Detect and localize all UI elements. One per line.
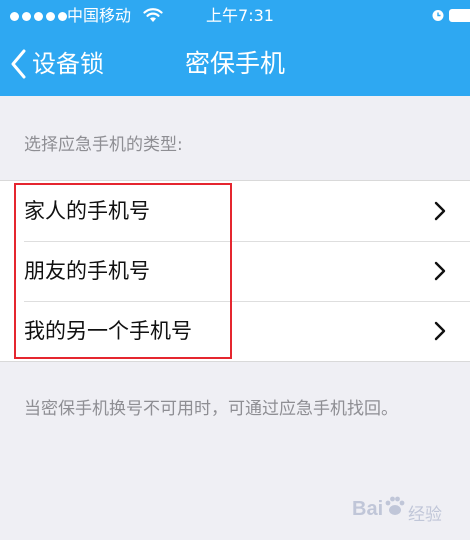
back-button[interactable]: 设备锁 xyxy=(10,44,104,84)
alarm-clock-icon xyxy=(432,10,444,21)
back-label: 设备锁 xyxy=(32,50,104,78)
chevron-left-icon xyxy=(11,49,26,79)
chevron-right-icon xyxy=(434,321,446,341)
watermark-subtext: 经验 xyxy=(408,505,442,525)
list-item-label: 我的另一个手机号 xyxy=(24,319,192,343)
signal-dots-icon xyxy=(10,12,67,21)
carrier-name: 中国移动 xyxy=(67,6,132,25)
baidu-watermark: Bai 经验 xyxy=(352,494,462,530)
list-item-friend-phone[interactable]: 朋友的手机号 xyxy=(0,241,470,301)
watermark-text: Bai xyxy=(352,498,384,520)
section-header: 选择应急手机的类型: xyxy=(24,135,183,155)
emergency-phone-type-list: 家人的手机号 朋友的手机号 我的另一个手机号 xyxy=(0,180,470,362)
top-bar: 中国移动 上午7:31 设备锁 密保手机 xyxy=(0,0,470,96)
list-item-label: 朋友的手机号 xyxy=(24,259,150,283)
battery-icon xyxy=(449,9,470,22)
wifi-icon xyxy=(143,8,163,22)
list-item-my-other-phone[interactable]: 我的另一个手机号 xyxy=(0,301,470,361)
list-item-family-phone[interactable]: 家人的手机号 xyxy=(0,181,470,241)
nav-bar: 设备锁 密保手机 xyxy=(0,32,470,96)
page-title: 密保手机 xyxy=(184,49,285,78)
footer-note: 当密保手机换号不可用时，可通过应急手机找回。 xyxy=(24,399,398,419)
status-time: 上午7:31 xyxy=(206,6,274,25)
chevron-right-icon xyxy=(434,201,446,221)
list-item-label: 家人的手机号 xyxy=(24,199,150,223)
paw-icon xyxy=(385,496,405,515)
chevron-right-icon xyxy=(434,261,446,281)
status-bar: 中国移动 上午7:31 xyxy=(0,0,470,32)
